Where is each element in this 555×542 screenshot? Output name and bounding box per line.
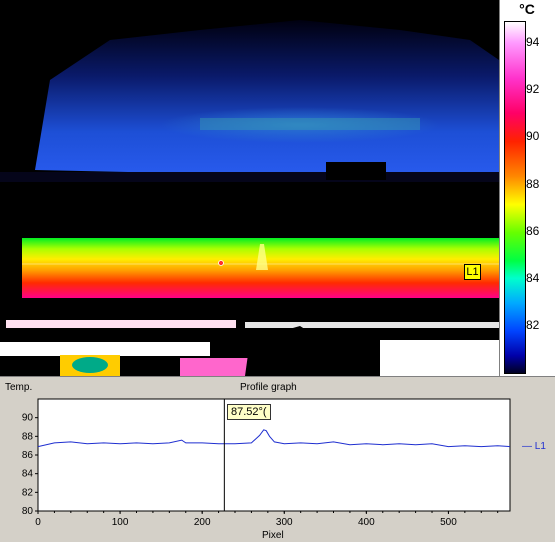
- y-tick-label: 82: [22, 487, 34, 498]
- x-axis-label: Pixel: [262, 530, 284, 541]
- x-tick-label: 100: [112, 517, 129, 528]
- colorbar: [504, 21, 526, 374]
- line-label-l1[interactable]: L1: [464, 264, 481, 280]
- x-tick-label: 200: [194, 517, 211, 528]
- scale-tick: 94: [526, 35, 540, 49]
- temperature-scale: °C 94 92 90 88 86 84 82: [499, 0, 555, 376]
- cursor-readout: 87.52°(: [227, 404, 271, 420]
- scale-unit: °C: [519, 1, 535, 17]
- y-tick-label: 90: [22, 413, 34, 424]
- scale-tick: 88: [526, 177, 540, 191]
- x-tick-label: 400: [358, 517, 375, 528]
- scale-tick: 82: [526, 318, 540, 332]
- thermal-image[interactable]: L1: [0, 0, 499, 376]
- x-tick-label: 300: [276, 517, 293, 528]
- thermal-image-render: [0, 0, 499, 376]
- y-tick-label: 88: [22, 431, 34, 442]
- scale-tick: 86: [526, 224, 540, 238]
- x-tick-label: 0: [35, 517, 41, 528]
- scale-tick: 92: [526, 82, 540, 96]
- legend-l1: — L1: [522, 441, 546, 452]
- plot-area: [37, 398, 511, 512]
- y-tick-label: 80: [22, 506, 34, 517]
- profile-chart[interactable]: 80 82 84 86 88 90 0 100 200 300 400 500: [0, 377, 555, 542]
- scale-tick: 84: [526, 271, 540, 285]
- profile-graph-panel: Temp. Profile graph 80 82 84 86 88 90 0 100 200 3…: [0, 376, 555, 542]
- y-tick-label: 84: [22, 469, 34, 480]
- scale-tick: 90: [526, 129, 540, 143]
- y-tick-label: 86: [22, 450, 34, 461]
- x-tick-label: 500: [440, 517, 457, 528]
- spot-marker[interactable]: [218, 260, 224, 266]
